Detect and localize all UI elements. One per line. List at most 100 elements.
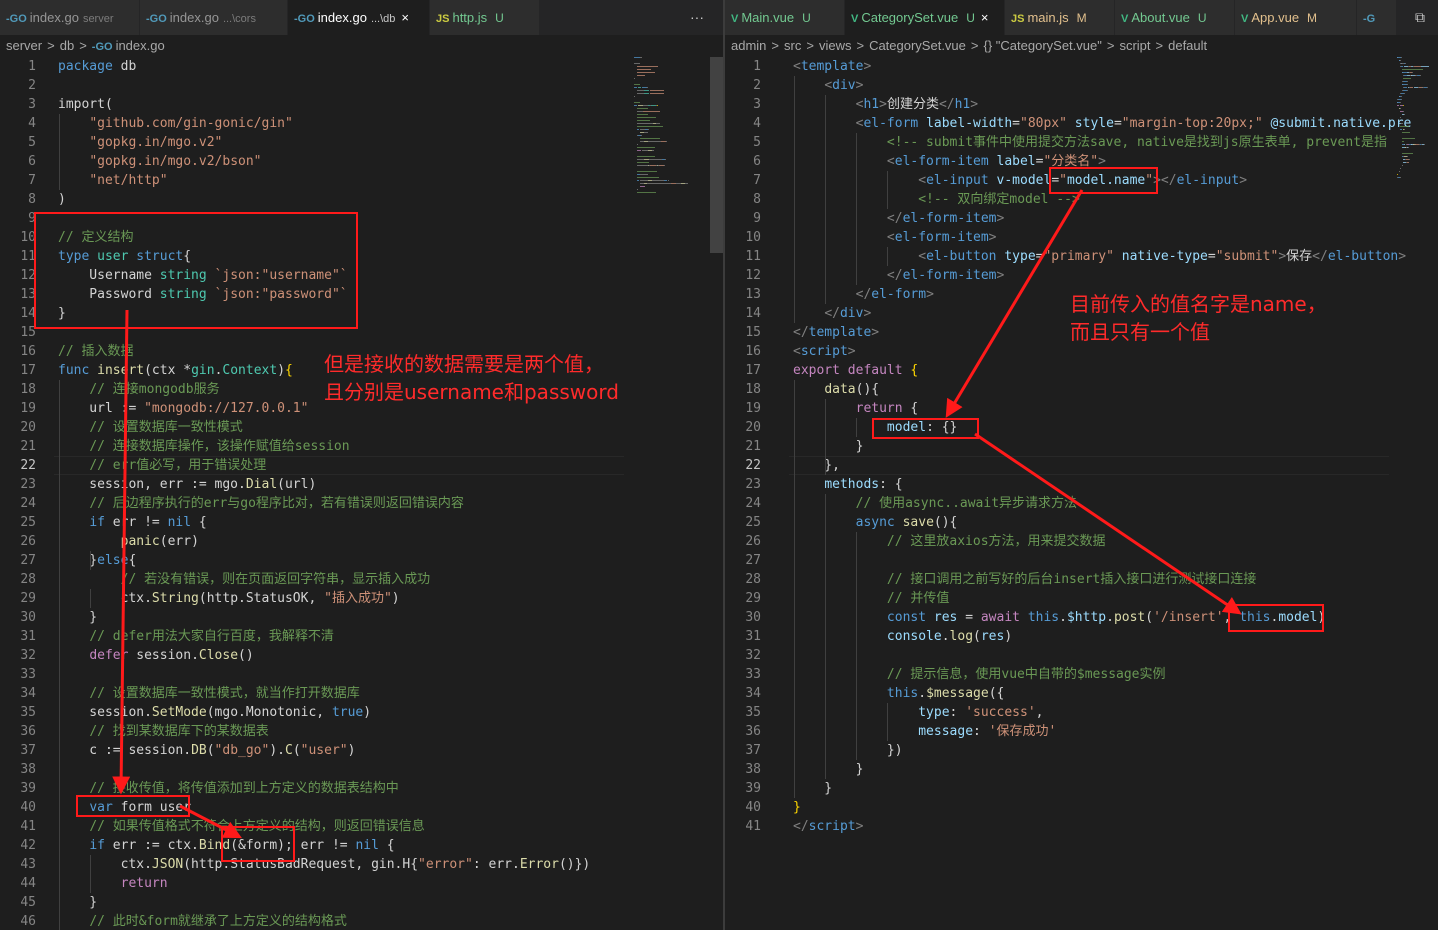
breadcrumb-item[interactable]: server (6, 38, 42, 53)
code-line[interactable]: // 这里放axios方法，用来提交数据 (793, 532, 1106, 551)
code-line[interactable]: // 若没有错误，则在页面返回字符串，显示插入成功 (58, 570, 430, 589)
code-line[interactable]: // 使用async..await异步请求方法 (793, 494, 1077, 513)
code-line[interactable]: }) (793, 741, 903, 760)
tab-left-2[interactable]: -GO index.go ...\db × (288, 0, 430, 35)
code-line[interactable]: Username string `json:"username"` (58, 266, 347, 285)
code-line[interactable]: // 连接数据库操作，该操作赋值给session (58, 437, 349, 456)
code-line[interactable]: <el-form-item label="分类名"> (793, 152, 1106, 171)
code-line[interactable]: <!-- 双向绑定model --> (793, 190, 1080, 209)
breadcrumb-item[interactable]: CategorySet.vue (869, 38, 966, 53)
code-line[interactable]: ctx.String(http.StatusOK, "插入成功") (58, 589, 400, 608)
code-line[interactable]: // 设置数据库一致性模式，就当作打开数据库 (58, 684, 359, 703)
code-line[interactable]: </div> (793, 304, 871, 323)
breadcrumb-item[interactable]: src (784, 38, 801, 53)
code-line[interactable]: func insert(ctx *gin.Context){ (58, 361, 293, 380)
code-line[interactable]: if err != nil { (58, 513, 206, 532)
code-line[interactable]: session.SetMode(mgo.Monotonic, true) (58, 703, 371, 722)
code-line[interactable]: methods: { (793, 475, 902, 494)
code-line[interactable]: </script> (793, 817, 863, 836)
code-line[interactable]: }, (793, 456, 840, 475)
code-line[interactable]: message: '保存成功' (793, 722, 1056, 741)
code-line[interactable]: }else{ (58, 551, 136, 570)
code-line[interactable]: <script> (793, 342, 856, 361)
tab-right-1[interactable]: V CategorySet.vue U × (845, 0, 1005, 35)
code-line[interactable]: return { (793, 399, 919, 418)
breadcrumb-item[interactable]: admin (731, 38, 766, 53)
code-line[interactable]: type user struct{ (58, 247, 191, 266)
code-line[interactable]: model: {} (793, 418, 957, 437)
code-line[interactable]: } (793, 437, 864, 456)
tab-left-1[interactable]: -GO index.go ...\cors (140, 0, 288, 35)
code-line[interactable]: export default { (793, 361, 918, 380)
breadcrumb-item[interactable]: views (819, 38, 852, 53)
breadcrumb-item[interactable]: {} "CategorySet.vue" (984, 38, 1102, 53)
tab-right-2[interactable]: JS main.js M (1005, 0, 1115, 35)
code-line[interactable]: "gopkg.in/mgo.v2/bson" (58, 152, 261, 171)
code-line[interactable]: <!-- submit事件中使用提交方法save, native是找到js原生表… (793, 133, 1387, 152)
tab-right-3[interactable]: V About.vue U (1115, 0, 1235, 35)
code-line[interactable]: </el-form> (793, 285, 934, 304)
code-line[interactable]: panic(err) (58, 532, 199, 551)
code-line[interactable]: // 插入数据 (58, 342, 133, 361)
code-line[interactable]: <template> (793, 57, 871, 76)
code-line[interactable]: // 找到某数据库下的某数据表 (58, 722, 268, 741)
code-line[interactable]: c := session.DB("db_go").C("user") (58, 741, 355, 760)
code-line[interactable]: // 并传值 (793, 589, 949, 608)
code-line[interactable]: // 提示信息，使用vue中自带的$message实例 (793, 665, 1166, 684)
code-line[interactable]: ctx.JSON(http.StatusBadRequest, gin.H{"e… (58, 855, 591, 874)
breadcrumb-item[interactable]: script (1119, 38, 1150, 53)
code-line[interactable]: const res = await this.$http.post('/inse… (793, 608, 1325, 627)
tab-right-5[interactable]: -G (1357, 0, 1397, 35)
code-line[interactable]: } (793, 798, 801, 817)
split-editor-icon[interactable]: ⧉ (1415, 0, 1425, 35)
code-line[interactable]: } (793, 779, 832, 798)
left-minimap[interactable] (634, 57, 710, 357)
code-line[interactable]: // 后边程序执行的err与go程序比对，若有错误则返回错误内容 (58, 494, 464, 513)
tab-right-4[interactable]: V App.vue M (1235, 0, 1357, 35)
breadcrumb-item[interactable]: default (1168, 38, 1207, 53)
breadcrumb-item[interactable]: -GO (92, 41, 113, 53)
code-line[interactable]: // 设置数据库一致性模式 (58, 418, 242, 437)
code-line[interactable]: import( (58, 95, 113, 114)
code-line[interactable]: <el-button type="primary" native-type="s… (793, 247, 1406, 266)
code-line[interactable]: return (58, 874, 168, 893)
breadcrumb-item[interactable]: db (60, 38, 74, 53)
code-line[interactable]: <el-form label-width="80px" style="margi… (793, 114, 1412, 133)
code-line[interactable]: session, err := mgo.Dial(url) (58, 475, 316, 494)
close-icon[interactable]: × (981, 10, 989, 25)
code-line[interactable]: </template> (793, 323, 879, 342)
code-line[interactable]: package db (58, 57, 136, 76)
code-line[interactable]: var form user (58, 798, 191, 817)
tab-left-3[interactable]: JS http.js U (430, 0, 540, 35)
code-line[interactable]: "github.com/gin-gonic/gin" (58, 114, 293, 133)
code-line[interactable]: type: 'success', (793, 703, 1043, 722)
code-line[interactable]: // 接口调用之前写好的后台insert插入接口进行测试接口连接 (793, 570, 1256, 589)
code-line[interactable]: <div> (793, 76, 863, 95)
right-minimap[interactable] (1397, 57, 1438, 178)
code-line[interactable]: if err := ctx.Bind(&form); err != nil { (58, 836, 394, 855)
code-line[interactable]: "gopkg.in/mgo.v2" (58, 133, 222, 152)
breadcrumb-item[interactable]: index.go (116, 38, 165, 53)
code-line[interactable]: // 此时&form就继承了上方定义的结构格式 (58, 912, 347, 930)
code-line[interactable]: } (793, 760, 864, 779)
code-line[interactable]: } (58, 608, 97, 627)
code-line[interactable]: ) (58, 190, 66, 209)
code-line[interactable]: // err值必写，用于错误处理 (58, 456, 266, 475)
code-line[interactable]: Password string `json:"password"` (58, 285, 347, 304)
code-line[interactable]: url := "mongodb://127.0.0.1" (58, 399, 308, 418)
code-line[interactable]: <h1>创建分类</h1> (793, 95, 978, 114)
left-scrollbar-thumb[interactable] (710, 57, 723, 253)
close-icon[interactable]: × (401, 10, 409, 25)
code-line[interactable]: // defer用法大家自行百度，我解释不清 (58, 627, 334, 646)
code-line[interactable]: // 如果传值格式不符合上方定义的结构，则返回错误信息 (58, 817, 424, 836)
code-line[interactable]: "net/http" (58, 171, 167, 190)
code-line[interactable]: // 连接mongodb服务 (58, 380, 219, 399)
code-line[interactable]: defer session.Close() (58, 646, 253, 665)
code-line[interactable]: } (58, 893, 97, 912)
code-line[interactable]: <el-form-item> (793, 228, 997, 247)
code-line[interactable]: // 接收传值，将传值添加到上方定义的数据表结构中 (58, 779, 398, 798)
tab-right-0[interactable]: V Main.vue U (725, 0, 845, 35)
code-line[interactable]: // 定义结构 (58, 228, 133, 247)
code-line[interactable]: <el-input v-model="model.name"></el-inpu… (793, 171, 1247, 190)
code-line[interactable]: data(){ (793, 380, 879, 399)
